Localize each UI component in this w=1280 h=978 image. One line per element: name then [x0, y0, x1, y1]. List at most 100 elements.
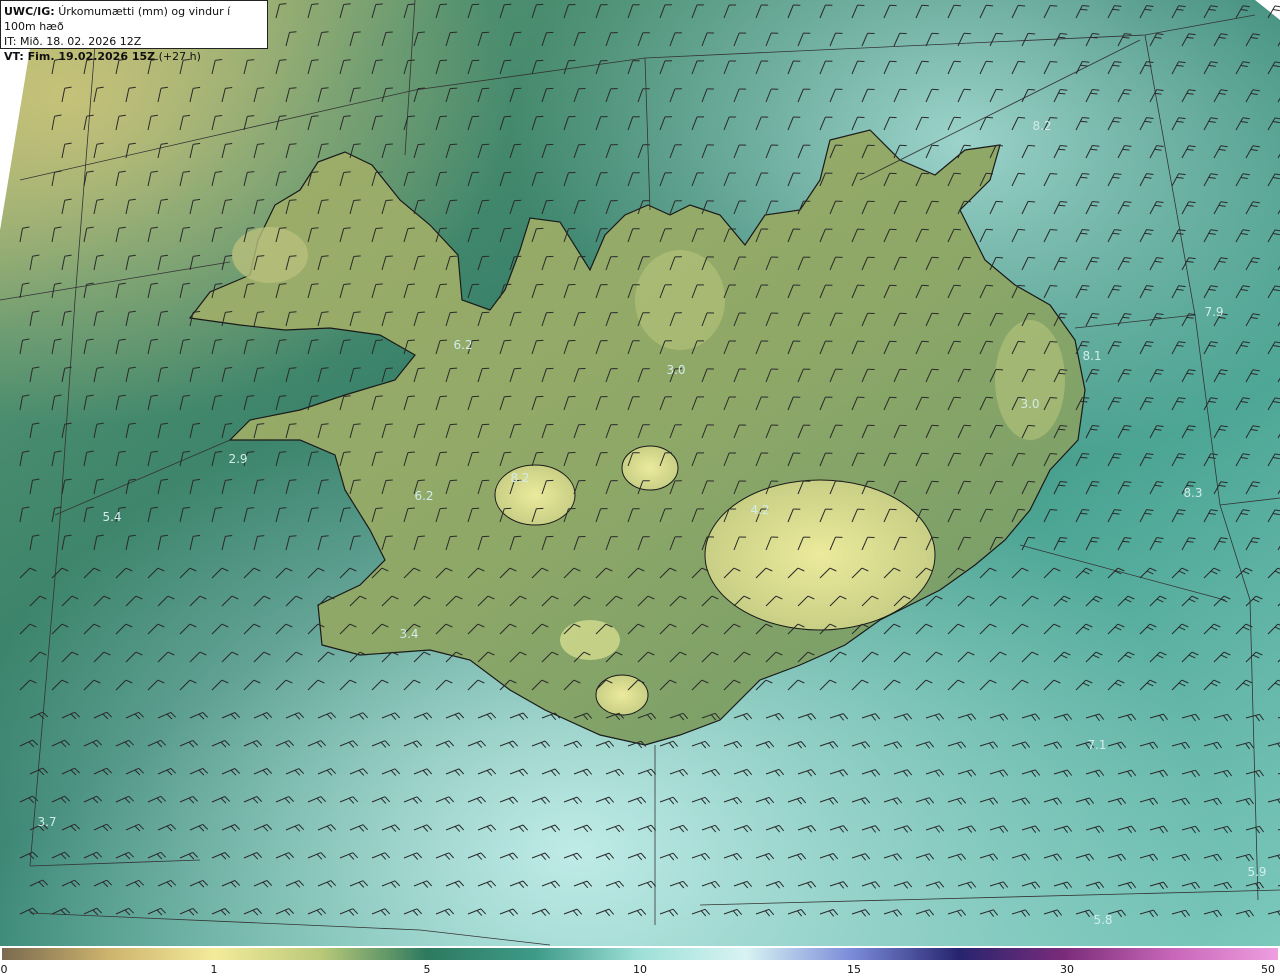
wind-barb-flag — [289, 479, 297, 481]
wind-barb-flag — [417, 311, 425, 314]
wind-barb-flag — [1058, 204, 1066, 207]
wind-barb-flag — [417, 255, 425, 258]
wind-barb-flag — [353, 479, 361, 481]
wind-barb-flag — [1028, 312, 1036, 315]
wind-barb-flag — [995, 32, 1004, 35]
wind-barb-flag — [343, 3, 351, 5]
wind-barb-flag — [353, 255, 361, 257]
wind-barb-flag — [1060, 537, 1068, 539]
wind-barb-flag — [1090, 260, 1098, 263]
wind-barb-flag — [1028, 424, 1036, 427]
wind-barb-flag — [407, 283, 415, 286]
wind-barb-flag — [343, 395, 351, 397]
wind-barb-flag — [963, 144, 971, 147]
wind-barb-flag — [985, 4, 994, 7]
wind-barb-flag — [450, 31, 458, 34]
wind-barb-flag — [1060, 313, 1068, 315]
wind-barb-flag — [1050, 509, 1058, 511]
colorbar-tick: 50 — [1261, 963, 1275, 976]
colorbar: 0 1 5 10 15 30 50 — [0, 946, 1280, 978]
map-label: 3.0 — [666, 363, 686, 377]
colorbar-tick: 1 — [210, 963, 218, 976]
wind-barb-flag — [953, 172, 961, 175]
wind-barb-flag — [995, 200, 1004, 203]
wind-barb-flag — [1080, 456, 1088, 459]
wind-barb-flag — [289, 143, 297, 145]
wind-barb-flag — [1018, 172, 1026, 175]
wind-barb-flag — [1058, 316, 1066, 319]
wind-barb-flag — [321, 423, 329, 425]
wind-barb-flag — [963, 368, 971, 371]
wind-barb-flag — [1018, 340, 1026, 343]
wind-barb-flag — [1082, 117, 1090, 119]
map-view: 8.2 7.9 8.1 3.0 6.2 3.0 2.9 8.2 6.2 5.4 … — [0, 0, 1280, 978]
wind-barb-flag — [321, 535, 329, 537]
wind-barb-flag — [375, 171, 383, 173]
wind-barb-flag — [1028, 480, 1036, 483]
wind-barb-flag — [1082, 509, 1090, 511]
wind-barb-flag — [1082, 5, 1090, 7]
model-name: UWC/IG: — [4, 5, 55, 18]
wind-barb-flag — [1028, 536, 1036, 539]
wind-barb-flag — [953, 284, 961, 287]
wind-barb-flag — [375, 59, 383, 61]
colorbar-tick: 5 — [423, 963, 431, 976]
wind-barb-flag — [385, 31, 393, 33]
wind-barb-flag — [1080, 512, 1088, 515]
wind-barb-flag — [450, 255, 458, 258]
wind-barb-flag — [321, 199, 329, 201]
wind-barb-flag — [385, 143, 393, 145]
wind-barb-flag — [1058, 428, 1066, 431]
wind-barb-flag — [321, 143, 329, 145]
wind-barb-flag — [375, 451, 383, 453]
wind-barb-flag — [417, 479, 425, 482]
wind-barb-flag — [385, 367, 393, 369]
map-label: 8.1 — [1082, 349, 1102, 363]
wind-barb-flag — [439, 59, 448, 62]
wind-barb-flag — [995, 368, 1004, 371]
wind-barb-flag — [995, 88, 1004, 91]
wind-barb-flag — [417, 87, 425, 90]
wind-barb-flag — [375, 339, 383, 341]
wind-barb-flag — [1090, 316, 1098, 319]
wind-barb-flag — [353, 367, 361, 369]
wind-barb-flag — [985, 228, 994, 231]
wind-barb-flag — [1060, 33, 1068, 35]
wind-barb-flag — [289, 87, 297, 89]
wind-barb-flag — [385, 535, 393, 537]
wind-barb-flag — [439, 171, 448, 174]
wind-barb-flag — [407, 3, 415, 6]
wind-barb-flag — [450, 479, 458, 482]
wind-barb-flag — [417, 143, 425, 146]
wind-barb-flag — [1082, 229, 1090, 231]
wind-barb-flag — [289, 255, 297, 257]
wind-barb-flag — [1018, 4, 1026, 7]
wind-barb-flag — [1058, 372, 1066, 375]
wind-barb-flag — [1050, 117, 1058, 119]
colorbar-strip — [2, 948, 1278, 960]
wind-barb-flag — [439, 115, 448, 118]
wind-barb-flag — [1028, 144, 1036, 147]
wind-barb-flag — [1058, 148, 1066, 151]
wind-barb-flag — [1058, 92, 1066, 95]
wind-barb-flag — [407, 451, 415, 454]
wind-barb-flag — [921, 228, 929, 231]
map-label: 3.0 — [1020, 397, 1040, 411]
wind-barb-flag — [321, 87, 329, 89]
map-label: 4.2 — [750, 503, 770, 517]
wind-barb-flag — [407, 507, 415, 510]
wind-barb-flag — [921, 172, 929, 175]
wind-barb-flag — [1090, 92, 1098, 95]
wind-barb-flag — [353, 31, 361, 33]
map-label: 6.2 — [414, 489, 434, 503]
wind-barb-flag — [1058, 540, 1066, 543]
wind-barb-flag — [450, 423, 458, 426]
forecast-info-box: UWC/IG: Úrkomumætti (mm) og vindur í 100… — [0, 0, 268, 63]
wind-barb-flag — [450, 199, 458, 202]
wind-barb-flag — [1082, 173, 1090, 175]
wind-barb-flag — [921, 60, 929, 63]
wind-barb-flag — [289, 535, 297, 537]
wind-barb-flag — [1050, 229, 1058, 231]
init-time: IT: Mið. 18. 02. 2026 12Z — [4, 35, 142, 48]
wind-barb-flag — [921, 452, 929, 455]
